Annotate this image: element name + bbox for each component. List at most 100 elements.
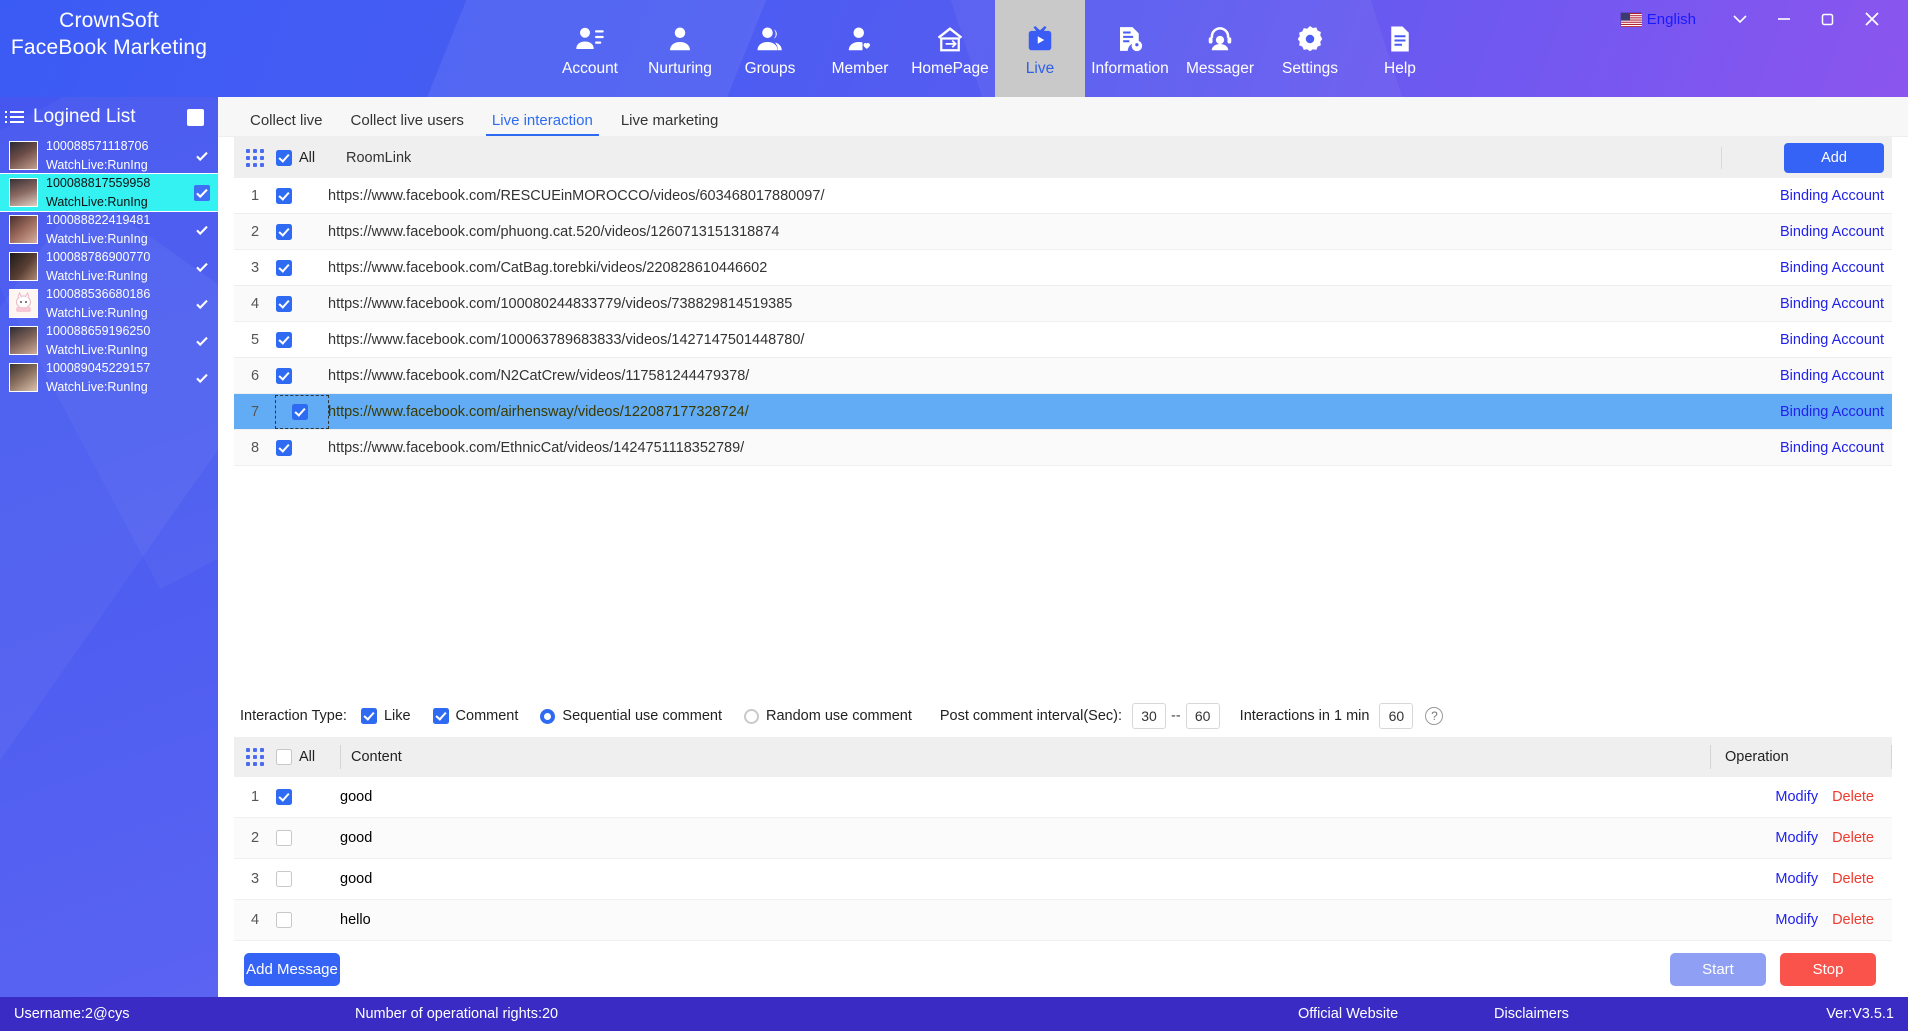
interval-min-input[interactable]: 30 (1132, 703, 1166, 729)
table-row[interactable]: 8 https://www.facebook.com/EthnicCat/vid… (234, 430, 1892, 466)
table-row[interactable]: 4 https://www.facebook.com/1000802448337… (234, 286, 1892, 322)
delete-link[interactable]: Delete (1832, 789, 1874, 805)
list-item[interactable]: 1 good Modify Delete (234, 777, 1892, 818)
maximize-icon[interactable] (1806, 2, 1850, 36)
account-checkbox[interactable] (194, 259, 210, 275)
modify-link[interactable]: Modify (1775, 789, 1818, 805)
tab-live-marketing[interactable]: Live marketing (607, 112, 733, 136)
row-checkbox[interactable] (276, 295, 292, 312)
add-message-button[interactable]: Add Message (244, 952, 340, 986)
select-all-accounts-checkbox[interactable] (187, 108, 204, 126)
account-checkbox[interactable] (194, 296, 210, 312)
tab-collect-live[interactable]: Collect live (236, 112, 337, 136)
list-item[interactable]: 3 good Modify Delete (234, 859, 1892, 900)
delete-link[interactable]: Delete (1832, 871, 1874, 887)
nav-item-member[interactable]: Member (815, 0, 905, 97)
modify-link[interactable]: Modify (1775, 912, 1818, 928)
add-room-button[interactable]: Add (1784, 142, 1884, 173)
account-item[interactable]: 100088571118706 WatchLive:RunIng (0, 137, 218, 174)
binding-account-link[interactable]: Binding Account (1780, 296, 1884, 312)
table-row[interactable]: 7 https://www.facebook.com/airhensway/vi… (234, 394, 1892, 430)
list-item[interactable]: 4 hello Modify Delete (234, 900, 1892, 941)
official-website-link[interactable]: Official Website (1298, 1006, 1398, 1022)
comment-checkbox[interactable] (432, 708, 449, 724)
account-checkbox[interactable] (194, 222, 210, 238)
room-select-all[interactable]: All (276, 149, 346, 166)
sequential-comment-option[interactable]: Sequential use comment (540, 708, 722, 724)
random-radio[interactable] (744, 708, 759, 724)
table-row[interactable]: 1 https://www.facebook.com/RESCUEinMOROC… (234, 178, 1892, 214)
chevron-down-icon[interactable] (1718, 2, 1762, 36)
close-icon[interactable] (1850, 2, 1894, 36)
like-option[interactable]: Like (360, 708, 411, 724)
row-checkbox[interactable] (276, 187, 292, 204)
nav-item-information[interactable]: Information (1085, 0, 1175, 97)
nav-item-groups[interactable]: Groups (725, 0, 815, 97)
table-row[interactable]: 6 https://www.facebook.com/N2CatCrew/vid… (234, 358, 1892, 394)
binding-account-link[interactable]: Binding Account (1780, 260, 1884, 276)
modify-link[interactable]: Modify (1775, 830, 1818, 846)
nav-item-homepage[interactable]: HomePage (905, 0, 995, 97)
binding-account-link[interactable]: Binding Account (1780, 368, 1884, 384)
tab-live-interaction[interactable]: Live interaction (478, 112, 607, 136)
binding-account-link[interactable]: Binding Account (1780, 188, 1884, 204)
binding-account-link[interactable]: Binding Account (1780, 440, 1884, 456)
content-select-all[interactable]: All (276, 749, 340, 765)
language-selector[interactable]: English (1619, 11, 1696, 28)
nav-item-account[interactable]: Account (545, 0, 635, 97)
account-checkbox[interactable] (194, 333, 210, 349)
account-checkbox[interactable] (194, 148, 210, 164)
tab-collect-live-users[interactable]: Collect live users (337, 112, 478, 136)
interactions-per-minute-input[interactable]: 60 (1379, 703, 1414, 729)
nav-item-live[interactable]: Live (995, 0, 1085, 97)
row-checkbox[interactable] (276, 871, 292, 887)
row-checkbox[interactable] (276, 789, 292, 805)
room-link: https://www.facebook.com/CatBag.torebki/… (328, 259, 768, 276)
start-button[interactable]: Start (1670, 952, 1766, 986)
row-checkbox[interactable] (276, 912, 292, 928)
table-row[interactable]: 2 https://www.facebook.com/phuong.cat.52… (234, 214, 1892, 250)
nav-item-settings[interactable]: Settings (1265, 0, 1355, 97)
sequential-radio[interactable] (540, 708, 556, 724)
account-item[interactable]: 100088817559958 WatchLive:RunIng (0, 173, 218, 212)
avatar (9, 252, 38, 281)
modify-link[interactable]: Modify (1775, 871, 1818, 887)
row-checkbox[interactable] (276, 830, 292, 846)
table-row[interactable]: 5 https://www.facebook.com/1000637896838… (234, 322, 1892, 358)
delete-link[interactable]: Delete (1832, 830, 1874, 846)
comment-option[interactable]: Comment (432, 708, 518, 724)
content-table-rows: 1 good Modify Delete 2 good Modify Delet… (234, 777, 1892, 941)
question-mark-icon[interactable]: ? (1425, 707, 1444, 725)
content-select-all-checkbox[interactable] (276, 749, 292, 765)
interval-max-input[interactable]: 60 (1185, 703, 1220, 729)
disclaimers-link[interactable]: Disclaimers (1494, 1006, 1569, 1022)
row-checkbox[interactable] (292, 403, 308, 420)
account-item[interactable]: 100088786900770 WatchLive:RunIng (0, 248, 218, 285)
binding-account-link[interactable]: Binding Account (1780, 404, 1884, 420)
row-checkbox[interactable] (276, 439, 292, 456)
account-item[interactable]: 100089045229157 WatchLive:RunIng (0, 359, 218, 396)
account-item[interactable]: 100088659196250 WatchLive:RunIng (0, 322, 218, 359)
nav-item-help[interactable]: Help (1355, 0, 1445, 97)
table-row[interactable]: 3 https://www.facebook.com/CatBag.torebk… (234, 250, 1892, 286)
room-select-all-checkbox[interactable] (276, 149, 292, 166)
nav-item-nurturing[interactable]: Nurturing (635, 0, 725, 97)
binding-account-link[interactable]: Binding Account (1780, 332, 1884, 348)
account-item[interactable]: 100088822419481 WatchLive:RunIng (0, 211, 218, 248)
binding-account-link[interactable]: Binding Account (1780, 224, 1884, 240)
list-item[interactable]: 2 good Modify Delete (234, 818, 1892, 859)
like-checkbox[interactable] (360, 708, 377, 724)
account-checkbox[interactable] (194, 184, 210, 201)
row-checkbox-focus-cell[interactable] (275, 394, 329, 429)
stop-button[interactable]: Stop (1780, 952, 1876, 986)
account-checkbox[interactable] (194, 370, 210, 386)
delete-link[interactable]: Delete (1832, 912, 1874, 928)
nav-item-messager[interactable]: Messager (1175, 0, 1265, 97)
account-item[interactable]: 100088536680186 WatchLive:RunIng (0, 285, 218, 322)
row-checkbox[interactable] (276, 367, 292, 384)
row-checkbox[interactable] (276, 223, 292, 240)
minimize-icon[interactable] (1762, 2, 1806, 36)
row-checkbox[interactable] (276, 331, 292, 348)
random-comment-option[interactable]: Random use comment (744, 708, 912, 724)
row-checkbox[interactable] (276, 259, 292, 276)
